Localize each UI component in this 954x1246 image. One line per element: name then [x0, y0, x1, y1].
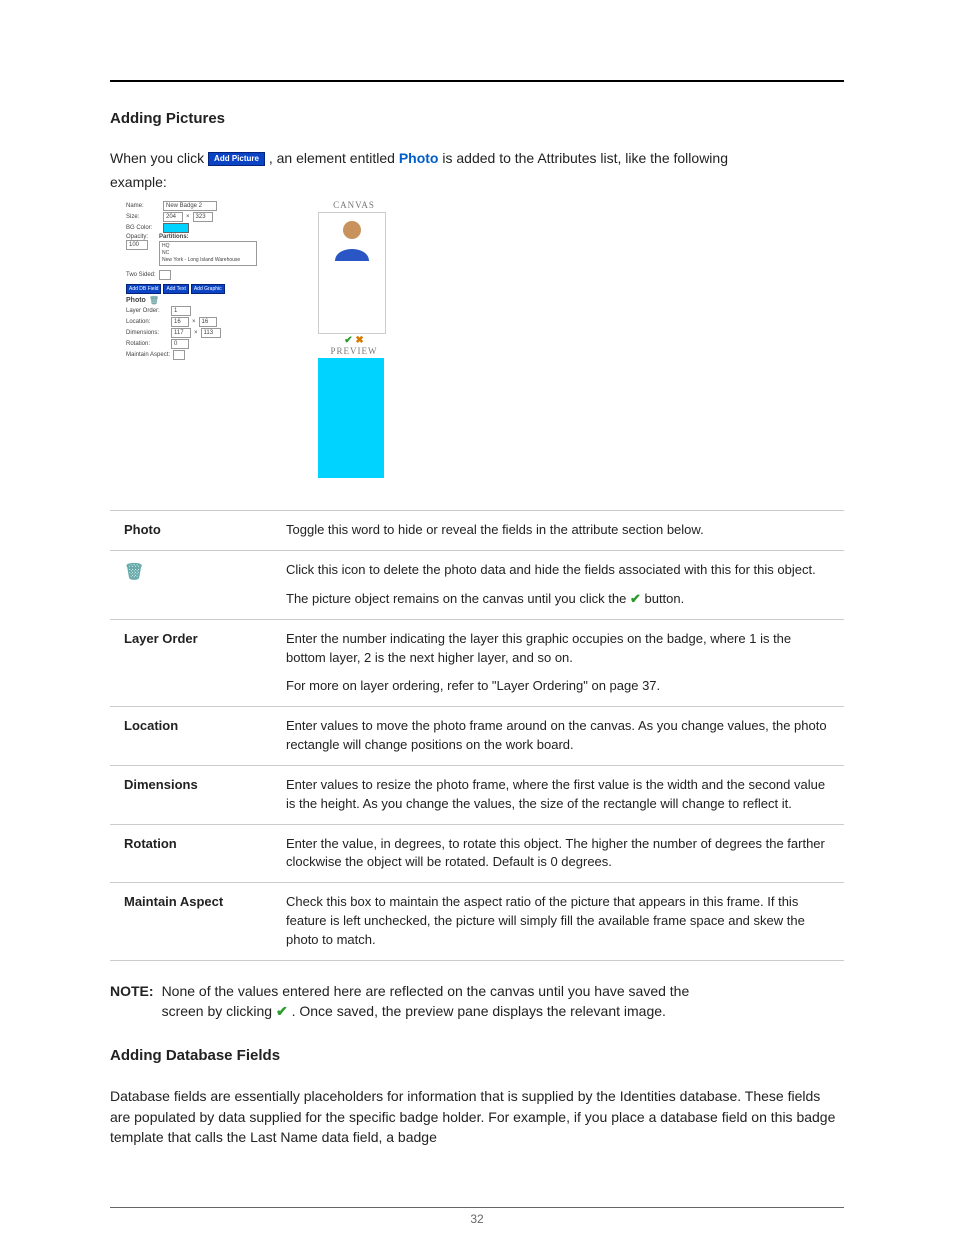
table-row-label: Dimensions [110, 765, 272, 824]
note-text: None of the values entered here are refl… [162, 983, 690, 999]
add-graphic-button[interactable]: Add Graphic [191, 284, 225, 294]
canvas-title: CANVAS [318, 200, 390, 210]
intro-text: is added to the Attributes list, like th… [442, 150, 728, 166]
add-text-button[interactable]: Add Text [163, 284, 188, 294]
table-row-label: Location [110, 707, 272, 766]
name-label: Name: [126, 203, 160, 209]
intro-text: When you click [110, 150, 204, 166]
location-x-input[interactable]: 16 [171, 317, 189, 327]
badge-editor-screenshot: Name:New Badge 2 Size:204 × 323 BG Color… [126, 200, 844, 478]
dbfields-paragraph: Database fields are essentially placehol… [110, 1086, 844, 1147]
table-row-body: Click this icon to delete the photo data… [272, 551, 844, 620]
attributes-reference-table: PhotoToggle this word to hide or reveal … [110, 510, 844, 961]
table-row-body: Check this box to maintain the aspect ra… [272, 883, 844, 961]
add-picture-button[interactable]: Add Picture [208, 152, 265, 166]
location-label: Location: [126, 319, 168, 325]
twosided-checkbox[interactable] [159, 270, 171, 280]
trash-icon[interactable]: 🗑 [124, 564, 144, 581]
rotation-label: Rotation: [126, 341, 168, 347]
dim-height-input[interactable]: 113 [201, 328, 221, 338]
layerorder-label: Layer Order: [126, 308, 168, 314]
maintain-aspect-checkbox[interactable] [173, 350, 185, 360]
bgcolor-swatch[interactable] [163, 223, 189, 233]
dim-width-input[interactable]: 117 [171, 328, 191, 338]
page-number: 32 [470, 1212, 483, 1226]
table-row-body: Enter the number indicating the layer th… [272, 619, 844, 707]
note-block: NOTE: None of the values entered here ar… [110, 981, 844, 1022]
table-row-body: Enter values to resize the photo frame, … [272, 765, 844, 824]
dimensions-label: Dimensions: [126, 330, 168, 336]
table-row-label: Photo [110, 511, 272, 551]
canvas-preview-column: CANVAS ✔ ✖ PREVIEW [318, 200, 390, 478]
preview-title: PREVIEW [318, 346, 390, 356]
section-heading-pictures: Adding Pictures [110, 110, 844, 127]
table-row-label: Layer Order [110, 619, 272, 707]
rotation-input[interactable]: 0 [171, 339, 189, 349]
size-width-input[interactable]: 204 [163, 212, 183, 222]
section-heading-dbfields: Adding Database Fields [110, 1047, 844, 1064]
maintain-aspect-label: Maintain Aspect: [126, 352, 170, 358]
attributes-panel: Name:New Badge 2 Size:204 × 323 BG Color… [126, 200, 296, 361]
add-db-field-button[interactable]: Add DB Field [126, 284, 161, 294]
bgcolor-label: BG Color: [126, 225, 160, 231]
partition-item[interactable]: NC [162, 250, 254, 257]
partition-item[interactable]: HQ [162, 243, 254, 250]
size-label: Size: [126, 214, 160, 220]
save-check-icon[interactable]: ✔ [276, 1003, 288, 1019]
table-row-body: Enter the value, in degrees, to rotate t… [272, 824, 844, 883]
trash-icon[interactable]: 🗑 [149, 296, 159, 305]
location-y-input[interactable]: 16 [199, 317, 217, 327]
note-text: . Once saved, the preview pane displays … [292, 1003, 666, 1019]
photo-link[interactable]: Photo [399, 150, 439, 166]
partitions-list[interactable]: HQ NC New York - Long Island Warehouse [159, 241, 257, 266]
table-row-label: Maintain Aspect [110, 883, 272, 961]
save-check-icon[interactable]: ✔ [630, 591, 641, 606]
table-row-body: Toggle this word to hide or reveal the f… [272, 511, 844, 551]
table-row-label: Rotation [110, 824, 272, 883]
canvas[interactable] [318, 212, 386, 334]
table-row-label: 🗑 [110, 551, 272, 620]
intro-paragraph: When you click Add Picture , an element … [110, 149, 844, 169]
partition-item[interactable]: New York - Long Island Warehouse [162, 257, 254, 264]
size-height-input[interactable]: 323 [193, 212, 213, 222]
name-input[interactable]: New Badge 2 [163, 201, 217, 211]
avatar-icon [329, 217, 375, 261]
table-row-body: Enter values to move the photo frame aro… [272, 707, 844, 766]
page-footer: 32 [110, 1207, 844, 1226]
intro-paragraph-2: example: [110, 173, 844, 193]
note-text: screen by clicking [162, 1003, 273, 1019]
intro-text: , an element entitled [269, 150, 395, 166]
note-label: NOTE: [110, 981, 154, 1022]
twosided-label: Two Sided: [126, 272, 156, 278]
photo-toggle[interactable]: Photo [126, 297, 146, 304]
save-check-icon[interactable]: ✔ [344, 335, 352, 346]
cancel-x-icon[interactable]: ✖ [355, 335, 363, 346]
layerorder-input[interactable]: 1 [171, 306, 191, 316]
partitions-label: Partitions: [159, 234, 257, 240]
opacity-input[interactable]: 100 [126, 240, 148, 250]
preview-pane [318, 358, 384, 478]
